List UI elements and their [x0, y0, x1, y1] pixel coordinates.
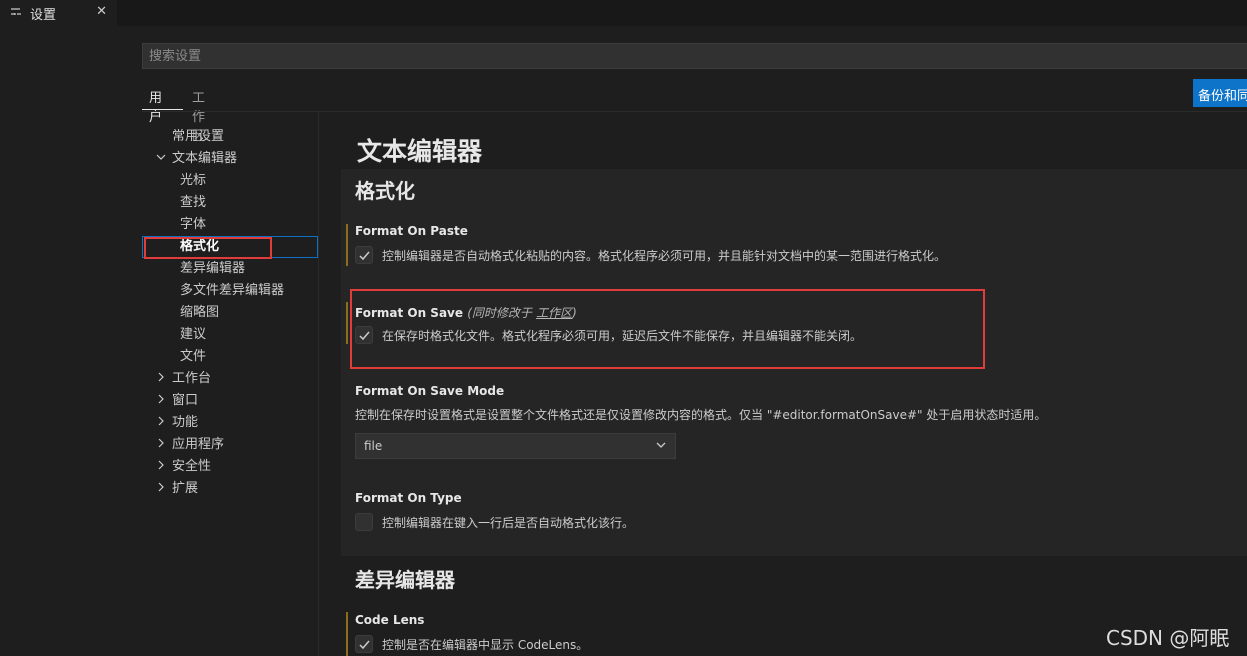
toc-label: 工作台	[172, 371, 212, 386]
toc-item-minimap[interactable]: 缩略图	[180, 302, 219, 324]
check-icon	[359, 640, 370, 650]
close-icon[interactable]: ✕	[96, 4, 107, 19]
toc-item-text-editor[interactable]: 文本编辑器	[156, 148, 237, 170]
toc-item-multi-diff-editor[interactable]: 多文件差异编辑器	[180, 280, 284, 302]
toc-item-suggestions[interactable]: 建议	[180, 324, 206, 346]
check-icon	[359, 251, 370, 261]
toc-item-font[interactable]: 字体	[180, 214, 206, 236]
backup-sync-button[interactable]: 备份和同	[1193, 79, 1247, 107]
section-heading-diff-editor: 差异编辑器	[355, 568, 455, 592]
chevron-right-icon	[156, 456, 166, 478]
setting-description-format-on-paste: 控制编辑器是否自动格式化粘贴的内容。格式化程序必须可用，并且能针对文档中的某一范…	[382, 249, 947, 263]
active-tab-underline	[142, 109, 183, 110]
toc-label: 窗口	[172, 393, 199, 408]
settings-sliders-icon	[10, 6, 24, 21]
settings-content: 文本编辑器 格式化 Format On Paste 控制编辑器是否自动格式化粘贴…	[319, 112, 1247, 656]
toc-item-features[interactable]: 功能	[156, 412, 198, 434]
setting-description-code-lens: 控制是否在编辑器中显示 CodeLens。	[382, 638, 589, 652]
format-on-paste-checkbox[interactable]	[355, 246, 373, 264]
toc-item-common[interactable]: 常用设置	[172, 126, 224, 148]
search-settings-input[interactable]	[142, 43, 1247, 69]
tab-user[interactable]: 用户	[149, 87, 162, 125]
highlight-annotation-toc	[144, 237, 272, 259]
section-heading-formatting: 格式化	[355, 179, 415, 203]
setting-description-format-on-save-mode: 控制在保存时设置格式是设置整个文件格式还是仅设置修改内容的格式。仅当 "#edi…	[355, 408, 1047, 422]
select-value: file	[364, 439, 383, 453]
setting-title-format-on-type: Format On Type	[355, 491, 462, 505]
toc-item-cursor[interactable]: 光标	[180, 170, 206, 192]
setting-title-format-on-save-mode: Format On Save Mode	[355, 384, 505, 398]
toc-item-files[interactable]: 文件	[180, 346, 206, 368]
toc-item-application[interactable]: 应用程序	[156, 434, 224, 456]
toc-item-find[interactable]: 查找	[180, 192, 206, 214]
toc-label: 安全性	[172, 459, 212, 474]
chevron-right-icon	[156, 390, 166, 412]
chevron-down-icon	[655, 439, 667, 454]
toc-label: 应用程序	[172, 437, 225, 452]
setting-title-code-lens: Code Lens	[355, 613, 425, 627]
chevron-down-icon	[156, 148, 166, 170]
chevron-right-icon	[156, 412, 166, 434]
chevron-right-icon	[156, 368, 166, 390]
settings-tab[interactable]: 设置 ✕	[0, 0, 117, 26]
watermark: CSDN @阿眠	[1106, 626, 1230, 650]
modified-indicator	[346, 612, 348, 656]
chevron-right-icon	[156, 434, 166, 456]
toc-item-diff-editor[interactable]: 差异编辑器	[180, 258, 245, 280]
code-lens-checkbox[interactable]	[355, 635, 373, 653]
modified-indicator	[346, 302, 348, 344]
format-on-type-checkbox[interactable]	[355, 513, 373, 531]
toc-item-workbench[interactable]: 工作台	[156, 368, 211, 390]
settings-tab-label: 设置	[30, 7, 57, 23]
toc-label: 功能	[172, 415, 199, 430]
setting-description-format-on-type: 控制编辑器在键入一行后是否自动格式化该行。	[382, 516, 635, 530]
toc-label: 文本编辑器	[172, 151, 238, 166]
setting-title-format-on-paste: Format On Paste	[355, 224, 468, 238]
format-on-save-mode-select[interactable]: file	[355, 433, 676, 459]
highlight-annotation-format-on-save	[350, 289, 985, 369]
toc-item-window[interactable]: 窗口	[156, 390, 198, 412]
toc-item-security[interactable]: 安全性	[156, 456, 211, 478]
editor-tab-bar: 设置 ✕	[0, 0, 1247, 26]
chevron-right-icon	[156, 478, 166, 500]
toc-label: 扩展	[172, 481, 199, 496]
toc-item-extensions[interactable]: 扩展	[156, 478, 198, 500]
modified-indicator	[346, 224, 348, 266]
page-heading: 文本编辑器	[357, 137, 483, 166]
